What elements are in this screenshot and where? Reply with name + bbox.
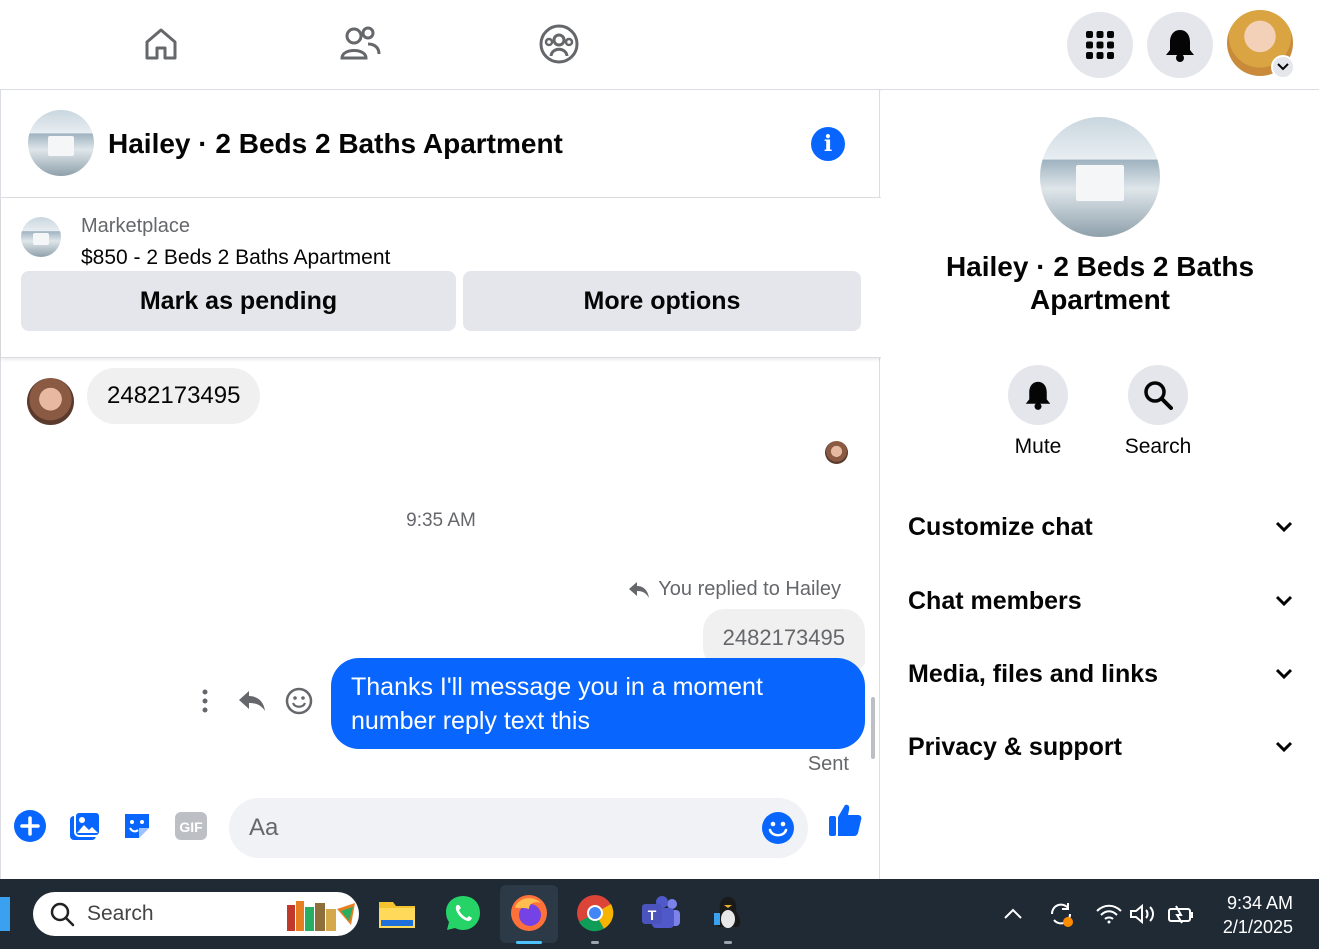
bell-icon	[1008, 365, 1068, 425]
listing-title[interactable]: $850 - 2 Beds 2 Baths Apartment	[81, 246, 390, 270]
message-input[interactable]	[249, 810, 749, 846]
chevron-down-icon	[1275, 521, 1293, 533]
menu-grid-button[interactable]	[1067, 12, 1133, 78]
teams-icon[interactable]: T	[639, 891, 683, 935]
section-privacy-support[interactable]: Privacy & support	[908, 727, 1293, 767]
section-label: Chat members	[908, 586, 1082, 615]
chat-pane: Hailey · 2 Beds 2 Baths Apartment i Mark…	[0, 90, 881, 879]
reply-indicator-label: You replied to Hailey	[658, 578, 841, 600]
more-options-button[interactable]: More options	[463, 271, 861, 331]
mute-button[interactable]: Mute	[988, 365, 1088, 459]
react-emoji-icon[interactable]	[284, 686, 314, 716]
mark-as-pending-button[interactable]: Mark as pending	[21, 271, 456, 331]
svg-text:GIF: GIF	[179, 819, 203, 835]
firefox-icon[interactable]	[507, 891, 551, 935]
listing-thumbnail[interactable]	[21, 217, 61, 257]
svg-text:T: T	[648, 907, 657, 923]
taskbar-search[interactable]: Search	[33, 892, 359, 936]
section-label: Privacy & support	[908, 732, 1122, 761]
search-conversation-button[interactable]: Search	[1108, 365, 1208, 459]
chevron-down-icon	[1277, 63, 1289, 71]
section-media-files-links[interactable]: Media, files and links	[908, 654, 1293, 694]
incoming-message[interactable]: 2482173495	[87, 368, 261, 424]
battery-charging-icon[interactable]	[1166, 899, 1196, 929]
sync-icon[interactable]	[1046, 899, 1076, 929]
windows-taskbar: Search T 9:34 AM 2/1/2025	[0, 879, 1319, 949]
sticker-icon[interactable]	[119, 808, 155, 844]
taskbar-search-placeholder: Search	[87, 902, 154, 925]
photo-icon[interactable]	[67, 808, 103, 844]
sender-avatar[interactable]	[27, 378, 74, 425]
conversation-avatar[interactable]	[28, 110, 94, 176]
tux-app-icon[interactable]	[706, 891, 750, 935]
start-icon[interactable]	[0, 897, 10, 931]
reply-arrow-icon	[629, 581, 650, 598]
section-chat-members[interactable]: Chat members	[908, 581, 1293, 621]
message-timestamp: 9:35 AM	[406, 510, 476, 531]
more-actions-icon[interactable]	[190, 686, 220, 716]
tux-app-running-indicator	[724, 941, 732, 944]
chat-header: Hailey · 2 Beds 2 Baths Apartment i	[1, 90, 881, 198]
mute-label: Mute	[1014, 435, 1062, 458]
marketplace-banner: Marketplace $850 - 2 Beds 2 Baths Apartm…	[1, 198, 881, 358]
section-label: Customize chat	[908, 512, 1093, 541]
whatsapp-icon[interactable]	[441, 891, 485, 935]
conversation-title[interactable]: Hailey · 2 Beds 2 Baths Apartment	[108, 128, 563, 160]
section-customize-chat[interactable]: Customize chat	[908, 507, 1293, 547]
section-label: Media, files and links	[908, 659, 1159, 688]
message-composer: GIF	[1, 788, 881, 879]
search-icon	[50, 902, 75, 927]
like-icon[interactable]	[825, 800, 865, 840]
top-navigation-bar	[0, 0, 1319, 90]
reply-indicator: You replied to Hailey	[628, 578, 841, 601]
conversation-details-pane: Hailey · 2 Beds 2 Baths Apartment Mute S…	[881, 90, 1319, 879]
clock-time: 9:34 AM	[1226, 893, 1293, 913]
read-receipt-avatar	[825, 441, 848, 464]
chrome-running-indicator	[591, 941, 599, 944]
reply-icon[interactable]	[237, 686, 267, 716]
search-icon	[1128, 365, 1188, 425]
file-explorer-icon[interactable]	[375, 891, 419, 935]
friends-icon[interactable]	[338, 22, 382, 66]
bell-icon	[1166, 30, 1194, 62]
show-hidden-icons-chevron[interactable]	[998, 899, 1028, 929]
notifications-button[interactable]	[1147, 12, 1213, 78]
emoji-icon[interactable]	[761, 811, 795, 850]
chat-scrollbar[interactable]	[871, 697, 875, 759]
home-icon[interactable]	[139, 22, 183, 66]
firefox-active-indicator	[516, 941, 542, 944]
outgoing-message[interactable]: Thanks I'll message you in a moment numb…	[331, 658, 865, 749]
groups-icon[interactable]	[537, 22, 581, 66]
chevron-down-icon	[1275, 668, 1293, 680]
books-highlight-icon	[287, 901, 355, 931]
chevron-down-icon	[1275, 595, 1293, 607]
volume-icon[interactable]	[1128, 899, 1158, 929]
info-icon[interactable]: i	[811, 127, 845, 161]
system-clock[interactable]: 9:34 AM 2/1/2025	[1223, 891, 1293, 939]
details-avatar[interactable]	[1040, 117, 1160, 237]
chevron-down-icon	[1275, 741, 1293, 753]
wifi-icon[interactable]	[1094, 899, 1124, 929]
details-name: Hailey · 2 Beds 2 Baths Apartment	[945, 251, 1255, 315]
message-list[interactable]: 2482173495 9:35 AM You replied to Hailey…	[1, 358, 881, 788]
chrome-icon[interactable]	[573, 891, 617, 935]
search-label: Search	[1124, 435, 1192, 458]
marketplace-label: Marketplace	[81, 215, 190, 237]
gif-icon[interactable]: GIF	[173, 808, 209, 844]
account-menu-chevron[interactable]	[1271, 55, 1295, 79]
message-input-box[interactable]	[229, 798, 808, 858]
message-status: Sent	[807, 753, 849, 775]
grid-icon	[1086, 31, 1114, 59]
plus-icon[interactable]	[12, 808, 48, 844]
clock-date: 2/1/2025	[1222, 917, 1293, 937]
